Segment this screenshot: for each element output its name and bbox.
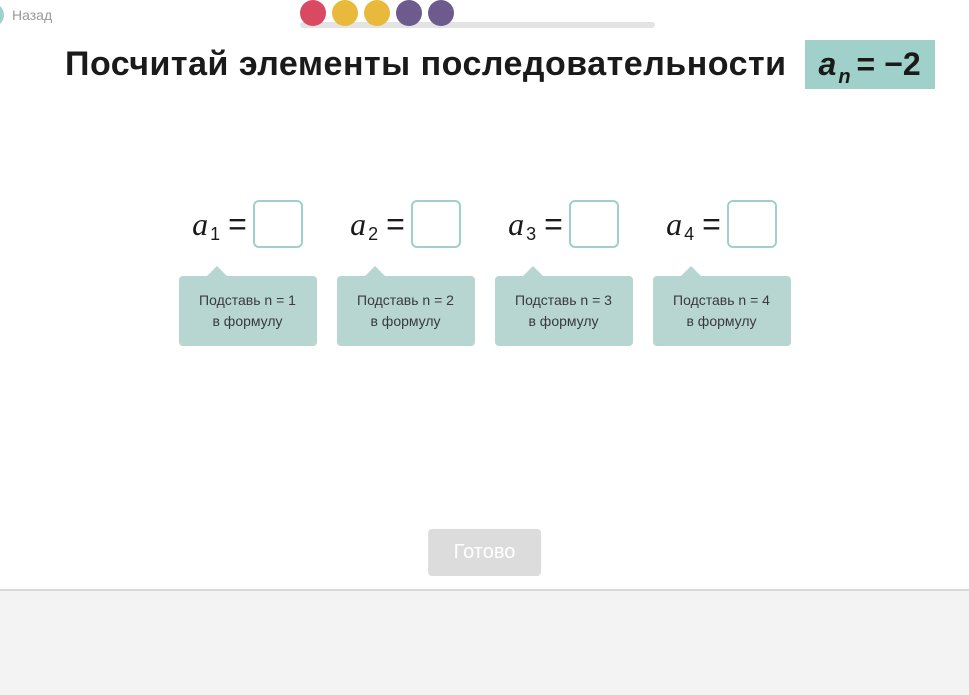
expr-sub: 3 <box>526 224 536 245</box>
hint-line2: в формулу <box>663 311 781 332</box>
sequence-card: a 2 = Подставь n = 2 в формулу <box>337 200 475 346</box>
expr-letter: a <box>192 206 208 243</box>
progress <box>300 0 655 28</box>
hint-box: Подставь n = 3 в формулу <box>495 276 633 346</box>
expr-eq: = <box>228 206 247 243</box>
expression: a 2 = <box>350 200 461 248</box>
progress-dot <box>428 0 454 26</box>
expr-sub: 4 <box>684 224 694 245</box>
footer-area <box>0 591 969 695</box>
expression: a 4 = <box>666 200 777 248</box>
hint-box: Подставь n = 1 в формулу <box>179 276 317 346</box>
answer-input-4[interactable] <box>727 200 777 248</box>
expr-sub: 2 <box>368 224 378 245</box>
answer-input-1[interactable] <box>253 200 303 248</box>
page-title: Посчитай элементы последовательности <box>65 45 787 84</box>
expr-sub: 1 <box>210 224 220 245</box>
hint-line2: в формулу <box>189 311 307 332</box>
progress-dots <box>300 0 655 26</box>
hint-box: Подставь n = 4 в формулу <box>653 276 791 346</box>
formula-base: a <box>819 46 837 83</box>
sequence-card: a 3 = Подставь n = 3 в формулу <box>495 200 633 346</box>
hint-box: Подставь n = 2 в формулу <box>337 276 475 346</box>
formula-box: a n = −2 <box>805 40 935 89</box>
expr-letter: a <box>350 206 366 243</box>
progress-dot <box>300 0 326 26</box>
formula-rest: = −2 <box>857 46 921 83</box>
sequence-card: a 4 = Подставь n = 4 в формулу <box>653 200 791 346</box>
expression: a 1 = <box>192 200 303 248</box>
expr-letter: a <box>508 206 524 243</box>
expr-eq: = <box>702 206 721 243</box>
expression: a 3 = <box>508 200 619 248</box>
hint-line1: Подставь n = 4 <box>663 290 781 311</box>
formula-sub: n <box>838 66 850 89</box>
answer-input-2[interactable] <box>411 200 461 248</box>
sequence-cards: a 1 = Подставь n = 1 в формулу a 2 = Под… <box>0 200 969 346</box>
expr-eq: = <box>544 206 563 243</box>
progress-dot <box>332 0 358 26</box>
sequence-card: a 1 = Подставь n = 1 в формулу <box>179 200 317 346</box>
progress-dot <box>396 0 422 26</box>
expr-letter: a <box>666 206 682 243</box>
title-row: Посчитай элементы последовательности a n… <box>65 40 935 89</box>
hint-line1: Подставь n = 3 <box>505 290 623 311</box>
expr-eq: = <box>386 206 405 243</box>
back-icon <box>0 3 4 27</box>
back-button[interactable]: Назад <box>0 3 52 27</box>
hint-line2: в формулу <box>347 311 465 332</box>
hint-line2: в формулу <box>505 311 623 332</box>
back-label: Назад <box>12 7 52 23</box>
hint-line1: Подставь n = 1 <box>189 290 307 311</box>
answer-input-3[interactable] <box>569 200 619 248</box>
top-bar: Назад <box>0 0 969 28</box>
progress-dot <box>364 0 390 26</box>
hint-line1: Подставь n = 2 <box>347 290 465 311</box>
done-button[interactable]: Готово <box>428 529 542 576</box>
